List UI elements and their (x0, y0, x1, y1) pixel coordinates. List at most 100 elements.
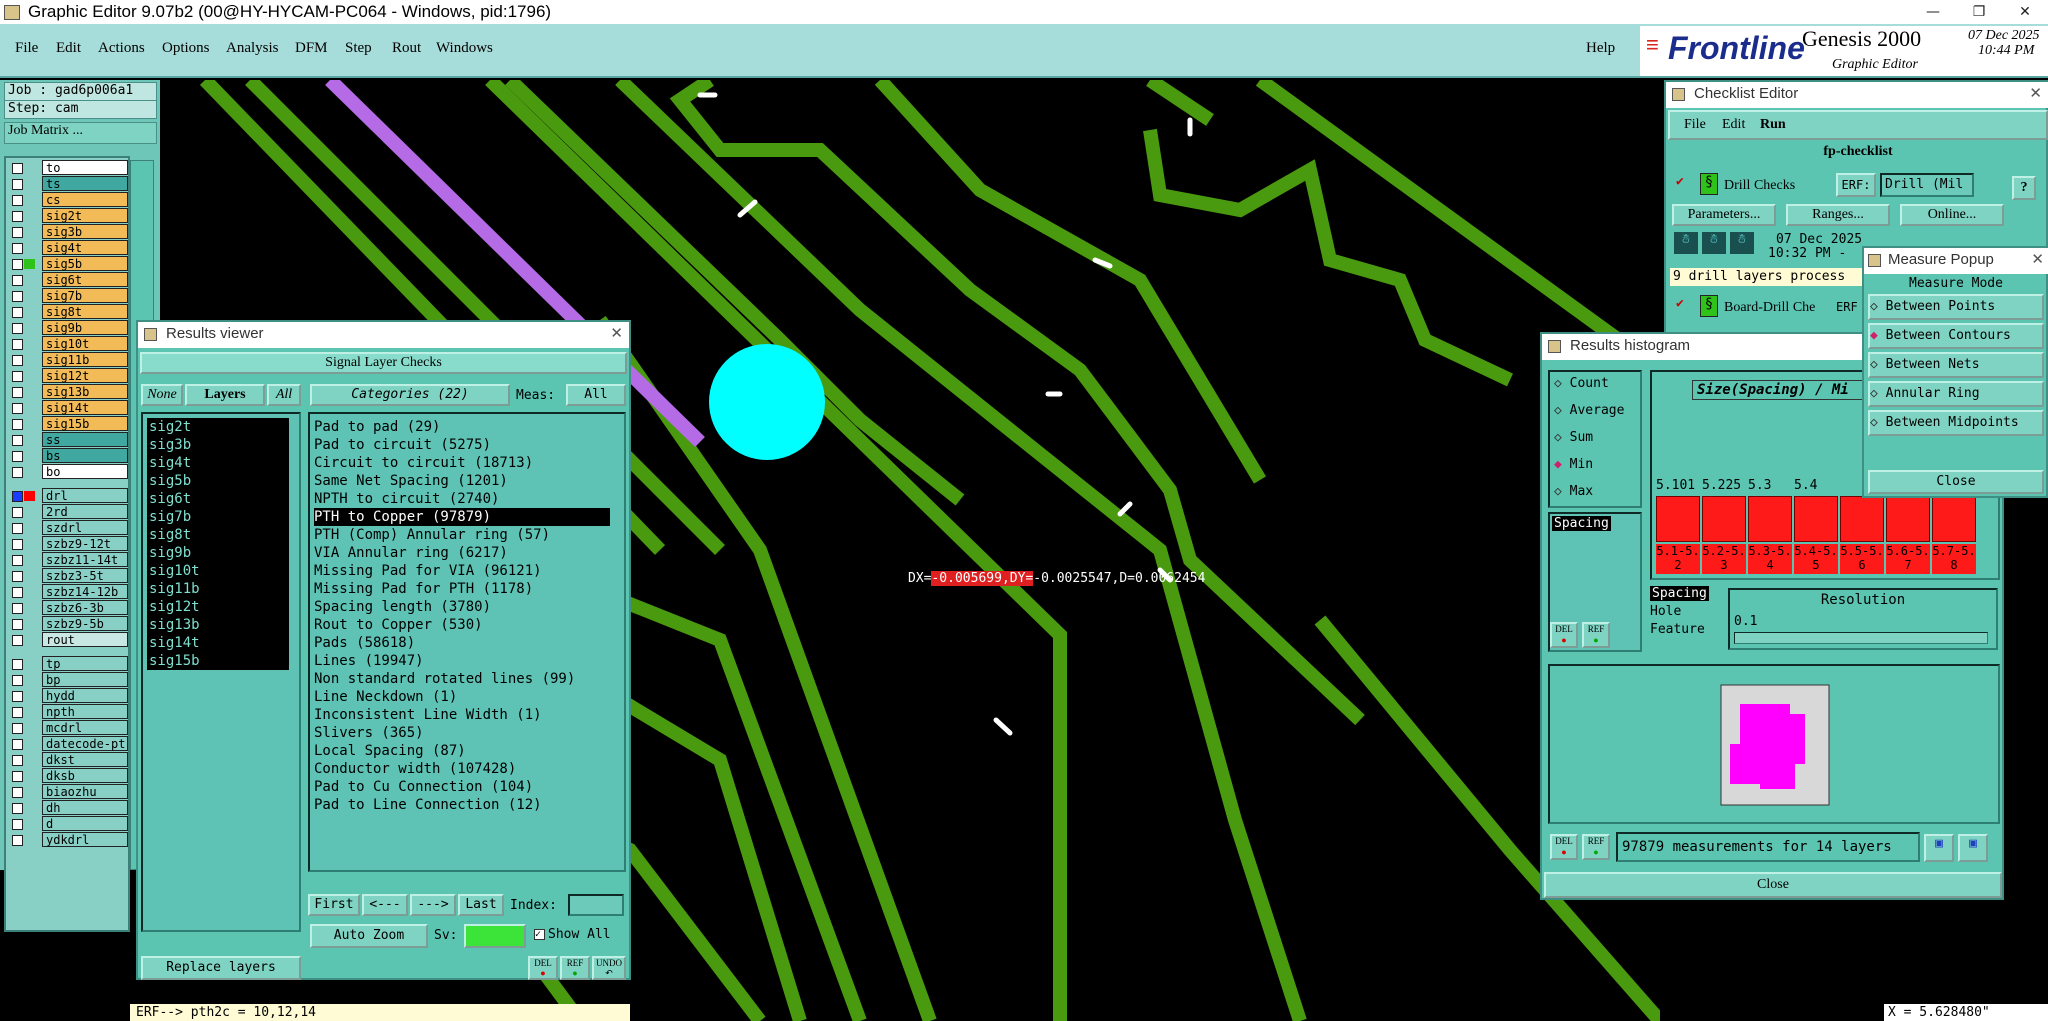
ref-button[interactable]: REF ● (560, 956, 590, 980)
category-item[interactable]: Circuit to circuit (18713) (314, 454, 533, 472)
category-item[interactable]: Non standard rotated lines (99) (314, 670, 575, 688)
layer-row[interactable]: sig15b (6, 416, 128, 432)
layer-affected-box[interactable] (24, 259, 35, 269)
histogram-bar[interactable] (1656, 496, 1700, 542)
layer-checkbox[interactable] (12, 451, 23, 462)
category-item[interactable]: NPTH to circuit (2740) (314, 490, 499, 508)
action-icon[interactable]: § (1700, 173, 1718, 195)
layer-affected-box[interactable] (24, 275, 35, 285)
layer-affected-box[interactable] (24, 803, 35, 813)
layer-name[interactable]: szdrl (42, 520, 128, 535)
layer-row[interactable]: hydd (6, 688, 128, 704)
layer-checkbox[interactable] (12, 307, 23, 318)
layer-affected-box[interactable] (24, 507, 35, 517)
category-item[interactable]: Local Spacing (87) (314, 742, 466, 760)
layer-name[interactable]: bo (42, 464, 128, 479)
layer-name[interactable]: sig14t (42, 400, 128, 415)
layer-row[interactable]: sig14t (6, 400, 128, 416)
layer-checkbox[interactable] (12, 803, 23, 814)
layer-affected-box[interactable] (24, 707, 35, 717)
layer-checkbox[interactable] (12, 587, 23, 598)
layer-checkbox[interactable] (12, 227, 23, 238)
layer-affected-box[interactable] (24, 307, 35, 317)
layer-name[interactable]: tp (42, 656, 128, 671)
close-icon[interactable]: ✕ (610, 322, 623, 346)
layer-name[interactable]: sig9b (42, 320, 128, 335)
layer-checkbox[interactable] (12, 539, 23, 550)
layer-checkbox[interactable] (12, 403, 23, 414)
layer-checkbox[interactable] (12, 339, 23, 350)
layer-checkbox[interactable] (12, 707, 23, 718)
layer-checkbox[interactable] (12, 507, 23, 518)
category-item[interactable]: Rout to Copper (530) (314, 616, 483, 634)
layer-affected-box[interactable] (24, 371, 35, 381)
layer-row[interactable]: sig13b (6, 384, 128, 400)
layer-row[interactable]: szbz9-12t (6, 536, 128, 552)
results-layer-item[interactable]: sig10t (147, 562, 289, 580)
layer-name[interactable]: sig11b (42, 352, 128, 367)
radio-icon[interactable]: ◇ (1554, 376, 1570, 391)
layer-checkbox[interactable] (12, 571, 23, 582)
layer-name[interactable]: dkst (42, 752, 128, 767)
layer-affected-box[interactable] (24, 227, 35, 237)
radio-icon[interactable]: ◆ (1554, 457, 1570, 472)
layer-name[interactable]: dh (42, 800, 128, 815)
menu-actions[interactable]: Actions (98, 40, 145, 57)
layer-row[interactable]: szbz11-14t (6, 552, 128, 568)
layer-name[interactable]: dksb (42, 768, 128, 783)
none-button[interactable]: None (141, 384, 183, 406)
layer-affected-box[interactable] (24, 587, 35, 597)
layer-checkbox[interactable] (12, 163, 23, 174)
category-item[interactable]: Pad to Cu Connection (104) (314, 778, 533, 796)
layer-checkbox[interactable] (12, 635, 23, 646)
layer-row[interactable]: npth (6, 704, 128, 720)
layer-checkbox[interactable] (12, 659, 23, 670)
layer-name[interactable]: ts (42, 176, 128, 191)
histogram-close-button[interactable]: Close (1544, 872, 2002, 898)
radio-icon[interactable]: ◇ (1554, 403, 1570, 418)
replace-layers-select[interactable]: Replace layers (141, 956, 301, 980)
category-item[interactable]: Same Net Spacing (1201) (314, 472, 508, 490)
layer-row[interactable]: ss (6, 432, 128, 448)
layer-checkbox[interactable] (12, 835, 23, 846)
radio-icon[interactable]: ◆ (1870, 328, 1886, 343)
layer-affected-box[interactable] (24, 291, 35, 301)
layer-row[interactable]: 2rd (6, 504, 128, 520)
layer-affected-box[interactable] (24, 771, 35, 781)
sv-color-select[interactable] (464, 924, 526, 948)
layer-checkbox[interactable] (12, 739, 23, 750)
restore-icon[interactable]: ❐ (1956, 0, 2002, 24)
checklist-menu-file[interactable]: File (1684, 117, 1706, 133)
layer-row[interactable]: sig11b (6, 352, 128, 368)
layer-affected-box[interactable] (24, 163, 35, 173)
histogram-option[interactable]: ◇ Average (1554, 403, 1624, 418)
layer-name[interactable]: szbz11-14t (42, 552, 128, 567)
layer-affected-box[interactable] (24, 659, 35, 669)
close-icon[interactable]: ✕ (2002, 0, 2048, 24)
layer-row[interactable]: sig7b (6, 288, 128, 304)
layer-name[interactable]: 2rd (42, 504, 128, 519)
histogram-option[interactable]: ◇ Count (1554, 376, 1609, 391)
results-layer-item[interactable]: sig4t (147, 454, 289, 472)
layer-row[interactable]: ydkdrl (6, 832, 128, 848)
ref-button[interactable]: REF ● (1582, 622, 1610, 648)
measure-mode-option[interactable]: ◇ Annular Ring (1868, 381, 2044, 407)
layer-name[interactable]: drl (42, 488, 128, 503)
measure-mode-option[interactable]: ◇ Between Midpoints (1868, 410, 2044, 436)
results-layer-item[interactable]: sig8t (147, 526, 289, 544)
del-button[interactable]: DEL ● (1550, 622, 1578, 648)
del-button[interactable]: DEL ● (528, 956, 558, 980)
layer-checkbox[interactable] (12, 291, 23, 302)
category-item[interactable]: Spacing length (3780) (314, 598, 491, 616)
layer-affected-box[interactable] (24, 571, 35, 581)
category-item[interactable]: Conductor width (107428) (314, 760, 516, 778)
layer-affected-box[interactable] (24, 451, 35, 461)
minimize-icon[interactable]: — (1910, 0, 1956, 24)
type-hole[interactable]: Hole (1650, 604, 1681, 619)
prev-button[interactable]: <--- (362, 894, 408, 916)
layer-checkbox[interactable] (12, 419, 23, 430)
all-button[interactable]: All (267, 384, 301, 406)
layer-row[interactable]: szdrl (6, 520, 128, 536)
layer-row[interactable]: sig9b (6, 320, 128, 336)
run-icon[interactable]: ☃ (1702, 232, 1726, 254)
